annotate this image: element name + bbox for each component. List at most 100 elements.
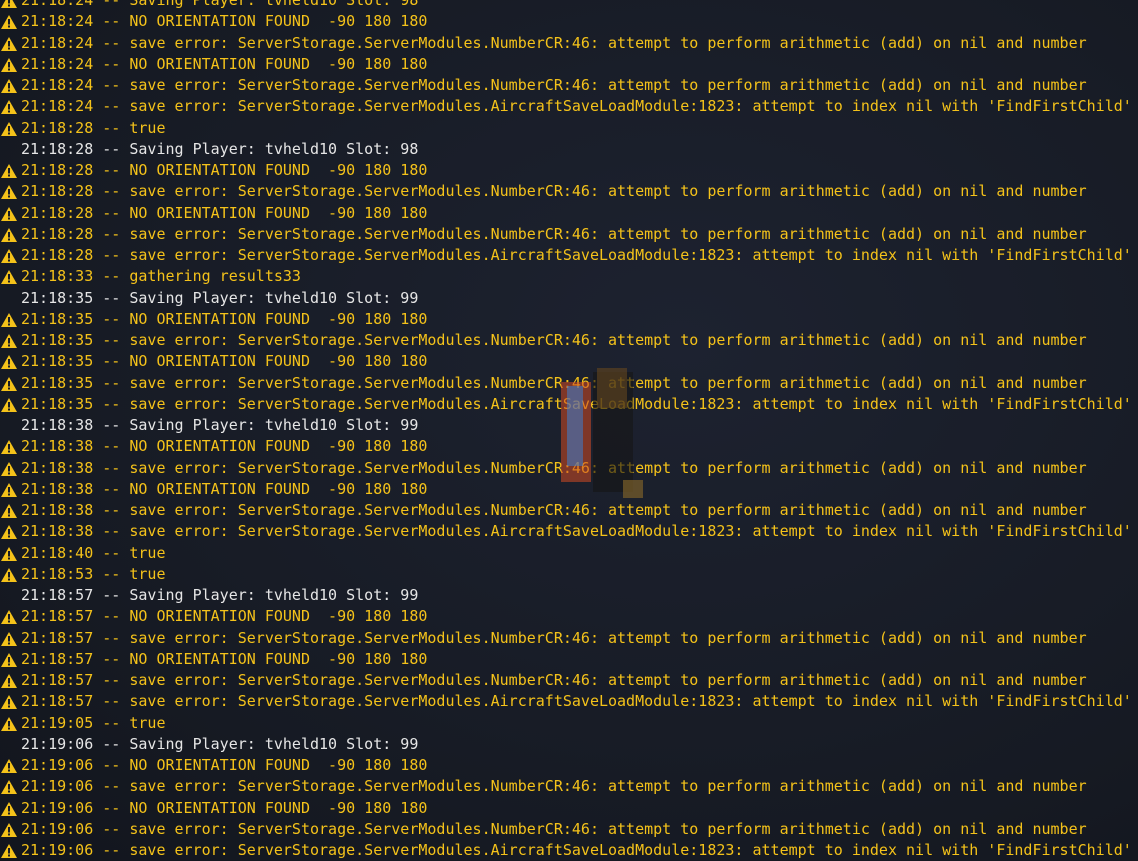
log-text: 21:18:28 -- Saving Player: tvheld10 Slot…	[21, 139, 419, 158]
log-line-warning: 21:18:40 -- true	[0, 543, 1138, 564]
log-text: 21:18:38 -- NO ORIENTATION FOUND -90 180…	[21, 479, 428, 498]
warning-triangle-icon	[1, 610, 17, 625]
log-text: 21:18:24 -- Saving Player: tvheld10 Slot…	[21, 0, 419, 9]
log-text: 21:19:06 -- NO ORIENTATION FOUND -90 180…	[21, 798, 428, 817]
log-line-warning: 21:18:28 -- NO ORIENTATION FOUND -90 180…	[0, 160, 1138, 181]
warning-triangle-icon	[1, 249, 17, 263]
log-line-info: 21:18:28 -- Saving Player: tvheld10 Slot…	[0, 139, 1138, 160]
log-line-warning: 21:18:38 -- save error: ServerStorage.Se…	[0, 458, 1138, 479]
log-text: 21:18:28 -- true	[21, 118, 166, 137]
log-text: 21:18:35 -- save error: ServerStorage.Se…	[21, 373, 1087, 392]
log-text: 21:18:24 -- NO ORIENTATION FOUND -90 180…	[21, 12, 428, 31]
warning-triangle-icon	[1, 397, 17, 412]
log-line-warning: 21:18:57 -- NO ORIENTATION FOUND -90 180…	[0, 649, 1138, 670]
warning-triangle-icon	[1, 185, 17, 200]
log-line-warning: 21:18:24 -- Saving Player: tvheld10 Slot…	[0, 0, 1138, 11]
log-line-warning: 21:18:38 -- save error: ServerStorage.Se…	[0, 521, 1138, 542]
warning-triangle-icon	[1, 716, 17, 731]
log-line-warning: 21:18:57 -- save error: ServerStorage.Se…	[0, 628, 1138, 649]
log-text: 21:18:35 -- save error: ServerStorage.Se…	[21, 394, 1132, 413]
warning-triangle-icon	[1, 376, 17, 391]
log-line-warning: 21:18:35 -- NO ORIENTATION FOUND -90 180…	[0, 309, 1138, 330]
log-line-warning: 21:18:28 -- save error: ServerStorage.Se…	[0, 245, 1138, 266]
log-line-warning: 21:18:24 -- save error: ServerStorage.Se…	[0, 96, 1138, 117]
log-text: 21:18:24 -- save error: ServerStorage.Se…	[21, 76, 1087, 94]
warning-triangle-icon	[1, 440, 17, 455]
log-text: 21:19:06 -- Saving Player: tvheld10 Slot…	[21, 734, 419, 753]
log-text: 21:18:28 -- save error: ServerStorage.Se…	[21, 246, 1132, 264]
output-console[interactable]: 21:18:24 -- Saving Player: tvheld10 Slot…	[0, 0, 1138, 861]
warning-triangle-icon	[1, 546, 17, 561]
log-text: 21:18:40 -- true	[21, 543, 166, 562]
log-text: 21:18:33 -- gathering results33	[21, 267, 301, 286]
warning-triangle-icon	[1, 100, 17, 115]
warning-triangle-icon	[1, 0, 17, 8]
log-line-warning: 21:19:06 -- save error: ServerStorage.Se…	[0, 840, 1138, 861]
warning-triangle-icon	[1, 652, 17, 667]
warning-triangle-icon	[1, 822, 17, 837]
log-line-warning: 21:19:05 -- true	[0, 713, 1138, 734]
log-text: 21:19:06 -- save error: ServerStorage.Se…	[21, 841, 1132, 859]
log-text: 21:18:35 -- NO ORIENTATION FOUND -90 180…	[21, 309, 428, 328]
log-line-warning: 21:18:57 -- save error: ServerStorage.Se…	[0, 670, 1138, 691]
warning-triangle-icon	[1, 312, 17, 327]
warning-triangle-icon	[1, 695, 17, 710]
log-line-info: 21:19:06 -- Saving Player: tvheld10 Slot…	[0, 734, 1138, 755]
log-line-warning: 21:18:28 -- NO ORIENTATION FOUND -90 180…	[0, 203, 1138, 224]
log-text: 21:18:28 -- save error: ServerStorage.Se…	[21, 224, 1087, 243]
log-line-warning: 21:19:06 -- NO ORIENTATION FOUND -90 180…	[0, 798, 1138, 819]
log-line-warning: 21:18:35 -- save error: ServerStorage.Se…	[0, 373, 1138, 394]
warning-triangle-icon	[1, 206, 17, 221]
warning-triangle-icon	[1, 504, 17, 518]
log-text: 21:18:35 -- Saving Player: tvheld10 Slot…	[21, 288, 419, 307]
warning-triangle-icon	[1, 36, 17, 51]
log-text: 21:18:24 -- NO ORIENTATION FOUND -90 180…	[21, 54, 428, 73]
warning-triangle-icon	[1, 759, 17, 773]
log-text: 21:19:06 -- save error: ServerStorage.Se…	[21, 819, 1087, 838]
warning-triangle-icon	[1, 121, 17, 136]
log-text: 21:19:05 -- true	[21, 713, 166, 732]
log-text: 21:18:38 -- NO ORIENTATION FOUND -90 180…	[21, 437, 428, 456]
log-text: 21:18:38 -- Saving Player: tvheld10 Slot…	[21, 416, 419, 434]
log-line-warning: 21:18:57 -- save error: ServerStorage.Se…	[0, 691, 1138, 712]
log-line-info: 21:18:38 -- Saving Player: tvheld10 Slot…	[0, 415, 1138, 436]
log-line-warning: 21:18:53 -- true	[0, 564, 1138, 585]
warning-triangle-icon	[1, 57, 17, 72]
log-text: 21:19:06 -- save error: ServerStorage.Se…	[21, 777, 1087, 796]
warning-triangle-icon	[1, 631, 17, 646]
log-line-warning: 21:18:24 -- save error: ServerStorage.Se…	[0, 33, 1138, 54]
log-line-warning: 21:18:35 -- save error: ServerStorage.Se…	[0, 330, 1138, 351]
log-text: 21:18:35 -- save error: ServerStorage.Se…	[21, 331, 1087, 349]
log-line-warning: 21:18:38 -- NO ORIENTATION FOUND -90 180…	[0, 436, 1138, 457]
log-line-warning: 21:18:35 -- save error: ServerStorage.Se…	[0, 394, 1138, 415]
log-line-warning: 21:18:28 -- save error: ServerStorage.Se…	[0, 181, 1138, 202]
warning-triangle-icon	[1, 15, 17, 30]
log-text: 21:18:38 -- save error: ServerStorage.Se…	[21, 501, 1087, 519]
log-text: 21:19:06 -- NO ORIENTATION FOUND -90 180…	[21, 756, 428, 774]
warning-triangle-icon	[1, 79, 17, 93]
warning-triangle-icon	[1, 844, 17, 858]
log-text: 21:18:57 -- Saving Player: tvheld10 Slot…	[21, 586, 419, 604]
log-line-warning: 21:18:38 -- NO ORIENTATION FOUND -90 180…	[0, 479, 1138, 500]
log-line-warning: 21:18:24 -- save error: ServerStorage.Se…	[0, 75, 1138, 96]
log-line-warning: 21:18:33 -- gathering results33	[0, 266, 1138, 287]
warning-triangle-icon	[1, 461, 17, 476]
log-text: 21:18:24 -- save error: ServerStorage.Se…	[21, 97, 1132, 116]
warning-triangle-icon	[1, 355, 17, 370]
log-text: 21:18:28 -- save error: ServerStorage.Se…	[21, 182, 1087, 201]
warning-triangle-icon	[1, 227, 17, 242]
log-line-warning: 21:18:28 -- save error: ServerStorage.Se…	[0, 224, 1138, 245]
log-text: 21:18:57 -- save error: ServerStorage.Se…	[21, 628, 1087, 647]
warning-triangle-icon	[1, 780, 17, 795]
log-text: 21:18:57 -- NO ORIENTATION FOUND -90 180…	[21, 649, 428, 668]
warning-triangle-icon	[1, 525, 17, 540]
log-text: 21:18:57 -- save error: ServerStorage.Se…	[21, 692, 1132, 711]
warning-triangle-icon	[1, 567, 17, 582]
log-text: 21:18:57 -- save error: ServerStorage.Se…	[21, 671, 1087, 689]
log-text: 21:18:35 -- NO ORIENTATION FOUND -90 180…	[21, 352, 428, 371]
log-line-warning: 21:18:28 -- true	[0, 118, 1138, 139]
log-text: 21:18:28 -- NO ORIENTATION FOUND -90 180…	[21, 161, 428, 179]
log-line-warning: 21:19:06 -- NO ORIENTATION FOUND -90 180…	[0, 755, 1138, 776]
log-text: 21:18:24 -- save error: ServerStorage.Se…	[21, 33, 1087, 52]
log-list: 21:18:24 -- Saving Player: tvheld10 Slot…	[0, 0, 1138, 861]
